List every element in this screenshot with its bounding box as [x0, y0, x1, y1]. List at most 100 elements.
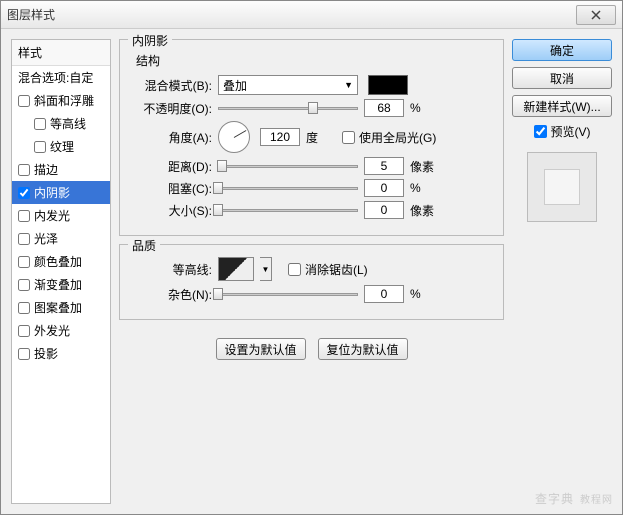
style-item-satin[interactable]: 光泽 — [12, 227, 110, 250]
preview-label: 预览(V) — [551, 123, 591, 140]
contour-label: 等高线: — [132, 261, 212, 278]
style-label: 描边 — [34, 161, 58, 178]
style-checkbox-contour[interactable] — [34, 118, 46, 130]
settings-panel: 内阴影 结构 混合模式(B): 叠加 ▼ 不透明度(O): % — [119, 39, 504, 504]
global-light-label: 使用全局光(G) — [359, 129, 436, 146]
style-checkbox-color_overlay[interactable] — [18, 256, 30, 268]
style-label: 内发光 — [34, 207, 70, 224]
watermark: 查字典 教程网 — [535, 490, 613, 507]
noise-row: 杂色(N): % — [132, 285, 491, 303]
style-item-gradient_overlay[interactable]: 渐变叠加 — [12, 273, 110, 296]
contour-picker[interactable] — [218, 257, 254, 281]
styles-list: 样式 混合选项:自定 斜面和浮雕等高线纹理描边内阴影内发光光泽颜色叠加渐变叠加图… — [11, 39, 111, 504]
titlebar[interactable]: 图层样式 — [1, 1, 622, 29]
blending-options-label: 混合选项:自定 — [18, 69, 93, 86]
style-checkbox-stroke[interactable] — [18, 164, 30, 176]
chevron-down-icon: ▼ — [344, 80, 353, 90]
choke-input[interactable] — [364, 179, 404, 197]
ok-button[interactable]: 确定 — [512, 39, 612, 61]
style-checkbox-bevel[interactable] — [18, 95, 30, 107]
style-checkbox-satin[interactable] — [18, 233, 30, 245]
style-item-inner_glow[interactable]: 内发光 — [12, 204, 110, 227]
blend-mode-combo[interactable]: 叠加 ▼ — [218, 75, 358, 95]
blend-mode-row: 混合模式(B): 叠加 ▼ — [132, 75, 491, 95]
preview-input[interactable] — [534, 125, 547, 138]
global-light-input[interactable] — [342, 131, 355, 144]
blending-options[interactable]: 混合选项:自定 — [12, 66, 110, 89]
style-checkbox-gradient_overlay[interactable] — [18, 279, 30, 291]
style-label: 等高线 — [50, 115, 86, 132]
style-label: 渐变叠加 — [34, 276, 82, 293]
close-button[interactable] — [576, 5, 616, 25]
size-label: 大小(S): — [132, 202, 212, 219]
dialog-body: 样式 混合选项:自定 斜面和浮雕等高线纹理描边内阴影内发光光泽颜色叠加渐变叠加图… — [1, 29, 622, 514]
antialias-input[interactable] — [288, 263, 301, 276]
blend-mode-label: 混合模式(B): — [132, 77, 212, 94]
blend-mode-value: 叠加 — [223, 77, 247, 94]
style-label: 纹理 — [50, 138, 74, 155]
layer-style-dialog: 图层样式 样式 混合选项:自定 斜面和浮雕等高线纹理描边内阴影内发光光泽颜色叠加… — [0, 0, 623, 515]
preview-checkbox[interactable]: 预览(V) — [512, 123, 612, 140]
style-checkbox-outer_glow[interactable] — [18, 325, 30, 337]
new-style-button[interactable]: 新建样式(W)... — [512, 95, 612, 117]
cancel-button[interactable]: 取消 — [512, 67, 612, 89]
style-label: 斜面和浮雕 — [34, 92, 94, 109]
style-checkbox-drop_shadow[interactable] — [18, 348, 30, 360]
noise-label: 杂色(N): — [132, 286, 212, 303]
distance-row: 距离(D): 像素 — [132, 157, 491, 175]
angle-input[interactable] — [260, 128, 300, 146]
opacity-input[interactable] — [364, 99, 404, 117]
choke-label: 阻塞(C): — [132, 180, 212, 197]
style-item-color_overlay[interactable]: 颜色叠加 — [12, 250, 110, 273]
inner-shadow-group: 内阴影 结构 混合模式(B): 叠加 ▼ 不透明度(O): % — [119, 39, 504, 236]
set-default-button[interactable]: 设置为默认值 — [216, 338, 306, 360]
reset-default-button[interactable]: 复位为默认值 — [318, 338, 408, 360]
style-label: 投影 — [34, 345, 58, 362]
angle-row: 角度(A): 度 使用全局光(G) — [132, 121, 491, 153]
noise-unit: % — [410, 287, 440, 301]
style-label: 图案叠加 — [34, 299, 82, 316]
preview-box — [527, 152, 597, 222]
contour-dropdown[interactable]: ▼ — [260, 257, 272, 281]
opacity-label: 不透明度(O): — [132, 100, 212, 117]
titlebar-text: 图层样式 — [7, 6, 576, 23]
angle-label: 角度(A): — [132, 129, 212, 146]
noise-input[interactable] — [364, 285, 404, 303]
style-item-stroke[interactable]: 描边 — [12, 158, 110, 181]
size-slider[interactable] — [218, 202, 358, 218]
size-input[interactable] — [364, 201, 404, 219]
choke-slider[interactable] — [218, 180, 358, 196]
style-checkbox-inner_shadow[interactable] — [18, 187, 30, 199]
style-item-contour[interactable]: 等高线 — [12, 112, 110, 135]
style-item-outer_glow[interactable]: 外发光 — [12, 319, 110, 342]
antialias-label: 消除锯齿(L) — [305, 261, 368, 278]
color-swatch[interactable] — [368, 75, 408, 95]
distance-slider[interactable] — [218, 158, 358, 174]
distance-input[interactable] — [364, 157, 404, 175]
size-unit: 像素 — [410, 202, 440, 219]
size-row: 大小(S): 像素 — [132, 201, 491, 219]
style-item-texture[interactable]: 纹理 — [12, 135, 110, 158]
choke-row: 阻塞(C): % — [132, 179, 491, 197]
opacity-unit: % — [410, 101, 440, 115]
style-item-inner_shadow[interactable]: 内阴影 — [12, 181, 110, 204]
style-item-drop_shadow[interactable]: 投影 — [12, 342, 110, 365]
global-light-checkbox[interactable]: 使用全局光(G) — [342, 129, 436, 146]
style-checkbox-texture[interactable] — [34, 141, 46, 153]
opacity-row: 不透明度(O): % — [132, 99, 491, 117]
group-title: 内阴影 — [128, 32, 172, 49]
style-item-bevel[interactable]: 斜面和浮雕 — [12, 89, 110, 112]
right-panel: 确定 取消 新建样式(W)... 预览(V) — [512, 39, 612, 504]
style-checkbox-inner_glow[interactable] — [18, 210, 30, 222]
style-item-pattern_overlay[interactable]: 图案叠加 — [12, 296, 110, 319]
antialias-checkbox[interactable]: 消除锯齿(L) — [288, 261, 368, 278]
opacity-slider[interactable] — [218, 100, 358, 116]
style-label: 颜色叠加 — [34, 253, 82, 270]
noise-slider[interactable] — [218, 286, 358, 302]
angle-dial[interactable] — [218, 121, 250, 153]
style-label: 外发光 — [34, 322, 70, 339]
style-checkbox-pattern_overlay[interactable] — [18, 302, 30, 314]
default-buttons: 设置为默认值 复位为默认值 — [119, 338, 504, 360]
style-label: 光泽 — [34, 230, 58, 247]
close-icon — [591, 10, 601, 20]
